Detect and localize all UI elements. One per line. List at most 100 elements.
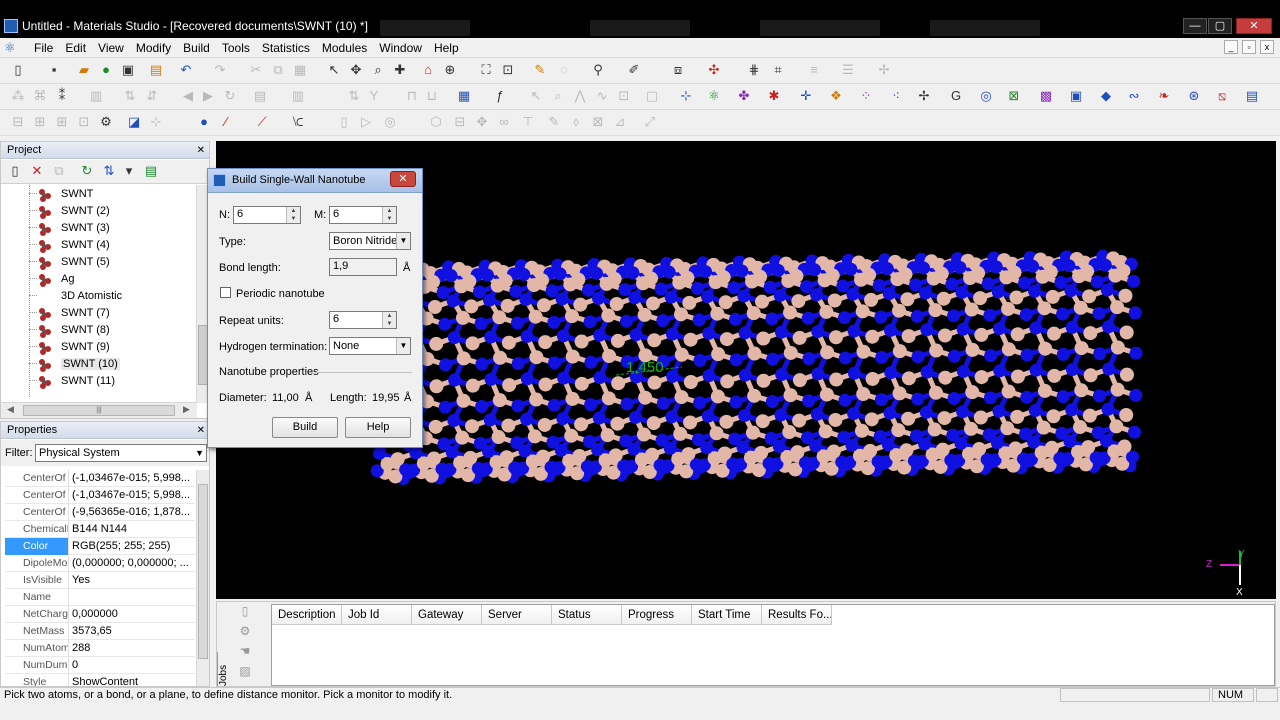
boron-atom[interactable] — [973, 410, 988, 425]
nitrogen-atom[interactable] — [702, 369, 716, 383]
nitrogen-atom[interactable] — [629, 410, 643, 424]
conformers-icon[interactable]: ⊠ — [1006, 88, 1022, 104]
periodic-checkbox[interactable] — [220, 287, 231, 298]
column-description[interactable]: Description — [272, 605, 342, 625]
nitrogen-atom[interactable] — [919, 405, 933, 419]
boron-atom[interactable] — [636, 276, 651, 291]
boron-atom[interactable] — [1074, 383, 1089, 398]
nitrogen-atom[interactable] — [519, 293, 533, 307]
nitrogen-atom[interactable] — [511, 399, 525, 413]
boron-atom[interactable] — [683, 332, 698, 347]
boron-atom[interactable] — [1047, 326, 1062, 341]
nitrogen-atom[interactable] — [737, 289, 751, 303]
forcite-icon[interactable]: ⊹ — [678, 88, 694, 104]
nitrogen-atom[interactable] — [775, 367, 789, 381]
property-row[interactable]: NumAtom 288 — [5, 640, 195, 657]
nitrogen-atom[interactable] — [956, 364, 970, 378]
refresh-icon[interactable]: ↻ — [79, 163, 95, 179]
tree-item-swnt[interactable]: SWNT — [29, 185, 93, 202]
property-row[interactable]: ChemicalF B144 N144 — [5, 521, 195, 538]
nitrogen-atom[interactable] — [1092, 389, 1106, 403]
nitrogen-atom[interactable] — [838, 351, 852, 365]
property-value[interactable]: B144 N144 — [71, 521, 195, 538]
reset-view-icon[interactable]: ⊡ — [500, 62, 516, 78]
nitrogen-atom[interactable] — [992, 404, 1006, 418]
boron-atom[interactable] — [538, 335, 553, 350]
nitrogen-atom[interactable] — [872, 278, 886, 292]
boron-atom[interactable] — [792, 373, 807, 388]
boron-atom[interactable] — [574, 376, 589, 391]
qmera-icon[interactable]: ✢ — [916, 88, 932, 104]
nitrogen-atom[interactable] — [1055, 426, 1069, 440]
boron-atom[interactable] — [901, 329, 916, 344]
select-arrow-icon[interactable]: ↖ — [326, 62, 342, 78]
boron-atom[interactable] — [429, 379, 444, 394]
nitrogen-atom[interactable] — [1019, 308, 1033, 322]
boron-atom[interactable] — [537, 417, 552, 432]
nitrogen-atom[interactable] — [436, 286, 450, 300]
nitrogen-atom[interactable] — [774, 325, 788, 339]
m-value[interactable]: 6 — [333, 208, 339, 220]
nitrogen-atom[interactable] — [1129, 346, 1143, 360]
nitrogen-atom[interactable] — [1029, 321, 1043, 335]
property-value[interactable]: 3573,65 — [71, 623, 195, 640]
boron-atom[interactable] — [454, 279, 469, 294]
nitrogen-atom[interactable] — [947, 349, 961, 363]
boron-atom[interactable] — [820, 345, 835, 360]
nitrogen-atom[interactable] — [702, 326, 716, 340]
boron-atom[interactable] — [427, 451, 442, 466]
boron-atom[interactable] — [429, 336, 444, 351]
boron-atom[interactable] — [792, 330, 807, 345]
boron-atom[interactable] — [1038, 341, 1053, 356]
tree-item-swnt-11[interactable]: SWNT (11) — [29, 372, 115, 389]
onetep-icon[interactable]: ▤ — [1244, 88, 1260, 104]
boron-atom[interactable] — [817, 273, 832, 288]
m-spinner[interactable]: 6 ▲ ▼ — [329, 206, 397, 224]
boron-atom[interactable] — [936, 291, 951, 306]
boron-atom[interactable] — [646, 296, 661, 311]
boron-atom[interactable] — [828, 330, 843, 345]
nitrogen-atom[interactable] — [555, 292, 569, 306]
boron-atom[interactable] — [1001, 384, 1016, 399]
nitrogen-atom[interactable] — [919, 286, 933, 300]
nitrogen-atom[interactable] — [1128, 425, 1142, 439]
column-status[interactable]: Status — [552, 605, 622, 625]
tree-item-3d-atomistic[interactable]: 3D Atomistic — [29, 287, 122, 304]
menu-help[interactable]: Help — [428, 41, 465, 55]
boron-atom[interactable] — [601, 391, 616, 406]
save-icon[interactable]: ▪ — [46, 62, 62, 78]
add-hydrogen-icon[interactable]: ⟋ — [254, 114, 270, 130]
boron-atom[interactable] — [682, 295, 697, 310]
center-icon[interactable]: ⊕ — [442, 62, 458, 78]
nitrogen-atom[interactable] — [728, 432, 742, 446]
boron-atom[interactable] — [573, 297, 588, 312]
nitrogen-atom[interactable] — [836, 279, 850, 293]
display-style-icon[interactable]: ◪ — [126, 114, 142, 130]
sort-tree-icon[interactable]: ⇅ — [101, 163, 117, 179]
nitrogen-atom[interactable] — [1064, 284, 1078, 298]
open-project-icon[interactable]: ▤ — [143, 163, 159, 179]
nitrogen-atom[interactable] — [883, 406, 897, 420]
boron-atom[interactable] — [1009, 290, 1024, 305]
cluster-icon[interactable]: ⁑ — [54, 88, 70, 104]
boron-atom[interactable] — [892, 344, 907, 359]
nitrogen-atom[interactable] — [1102, 320, 1116, 334]
synthia-icon[interactable]: ❧ — [1156, 88, 1172, 104]
jobs-tab[interactable]: Jobs — [217, 652, 231, 686]
nitrogen-atom[interactable] — [520, 372, 534, 386]
vamp-icon[interactable]: G — [948, 88, 964, 104]
nitrogen-atom[interactable] — [847, 407, 861, 421]
nitrogen-atom[interactable] — [474, 317, 488, 331]
boron-atom[interactable] — [638, 390, 653, 405]
symmetry-icon[interactable]: ⌗ — [770, 62, 786, 78]
boron-atom[interactable] — [608, 448, 623, 463]
boron-atom[interactable] — [464, 299, 479, 314]
boron-atom[interactable] — [609, 297, 624, 312]
nitrogen-atom[interactable] — [556, 329, 570, 343]
boron-atom[interactable] — [937, 328, 952, 343]
boron-atom[interactable] — [1110, 382, 1125, 397]
tree-item-swnt-10[interactable]: SWNT (10) — [29, 355, 120, 372]
boron-atom[interactable] — [502, 378, 517, 393]
nitrogen-atom[interactable] — [691, 281, 705, 295]
nitrogen-atom[interactable] — [920, 365, 934, 379]
